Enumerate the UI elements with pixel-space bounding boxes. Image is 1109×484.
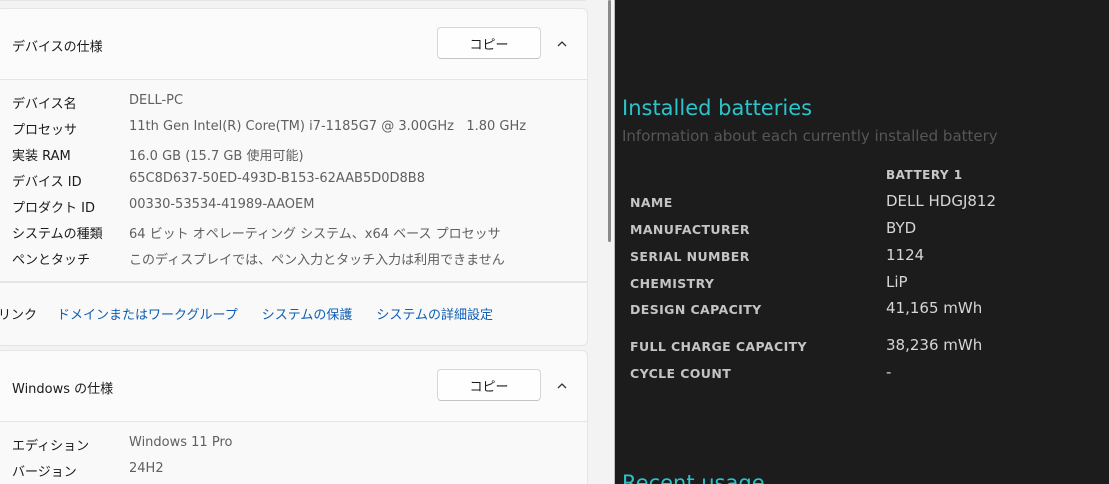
battery-column-header: BATTERY 1 (886, 168, 963, 182)
spec-value-pen-touch: このディスプレイでは、ペン入力とタッチ入力は利用できません (129, 253, 505, 268)
battery-value-design-capacity: 41,165 mWh (886, 299, 983, 317)
device-specs-title: デバイスの仕様 (12, 40, 103, 55)
link-advanced-system-settings[interactable]: システムの詳細設定 (376, 304, 493, 323)
recent-usage-heading: Recent usage (622, 471, 765, 484)
battery-label-manufacturer: MANUFACTURER (630, 222, 750, 237)
spec-value-edition: Windows 11 Pro (129, 435, 233, 450)
spec-value-version: 24H2 (129, 461, 164, 476)
installed-batteries-subtitle: Information about each currently install… (622, 127, 998, 145)
battery-value-chemistry: LiP (886, 273, 908, 291)
battery-value-name: DELL HDGJ812 (886, 192, 997, 210)
battery-value-cycle-count: - (886, 363, 892, 381)
spec-value-device-name: DELL-PC (129, 93, 184, 108)
installed-batteries-heading: Installed batteries (622, 96, 813, 120)
battery-value-full-charge: 38,236 mWh (886, 336, 983, 354)
spec-value-product-id: 00330-53534-41989-AAOEM (129, 197, 315, 212)
chevron-up-icon[interactable] (553, 377, 571, 395)
vertical-scrollbar-thumb[interactable] (608, 0, 611, 242)
spec-value-system-type: 64 ビット オペレーティング システム、x64 ベース プロセッサ (129, 227, 501, 242)
battery-value-serial: 1124 (886, 246, 925, 264)
spec-label-system-type: システムの種類 (12, 227, 103, 242)
device-specs-copy-button[interactable]: コピー (437, 27, 541, 59)
related-links: リンク ドメインまたはワークグループ システムの保護 システムの詳細設定 (0, 304, 517, 323)
battery-label-full-charge: FULL CHARGE CAPACITY (630, 339, 807, 354)
battery-label-chemistry: CHEMISTRY (630, 276, 715, 291)
spec-value-processor: 11th Gen Intel(R) Core(TM) i7-1185G7 @ 3… (129, 119, 527, 134)
related-links-label: リンク (0, 308, 38, 323)
windows-specs-title: Windows の仕様 (12, 382, 114, 397)
windows-specs-copy-button[interactable]: コピー (437, 369, 541, 401)
spec-value-device-id: 65C8D637-50ED-493D-B153-62AAB5D0D8B8 (129, 171, 425, 186)
battery-label-design-capacity: DESIGN CAPACITY (630, 302, 762, 317)
battery-label-name: NAME (630, 195, 673, 210)
spec-label-device-id: デバイス ID (12, 175, 82, 190)
spec-label-device-name: デバイス名 (12, 97, 77, 112)
battery-label-serial: SERIAL NUMBER (630, 249, 750, 264)
spec-label-pen-touch: ペンとタッチ (12, 253, 91, 268)
settings-about-pane: デバイスの仕様 コピー デバイス名 DELL-PC プロセッサ 11th Gen… (0, 0, 614, 484)
battery-report-pane: Installed batteries Information about ea… (615, 0, 1109, 484)
spec-label-product-id: プロダクト ID (12, 201, 95, 216)
spec-label-edition: エディション (12, 439, 90, 454)
spec-value-ram: 16.0 GB (15.7 GB 使用可能) (129, 149, 304, 164)
battery-label-cycle-count: CYCLE COUNT (630, 366, 732, 381)
previous-card-edge (0, 0, 588, 1)
spec-label-ram: 実装 RAM (12, 149, 71, 164)
spec-label-version: バージョン (12, 465, 77, 480)
link-system-protection[interactable]: システムの保護 (262, 304, 353, 323)
chevron-up-icon[interactable] (553, 35, 571, 53)
spec-label-processor: プロセッサ (12, 123, 78, 138)
link-domain-workgroup[interactable]: ドメインまたはワークグループ (57, 304, 238, 323)
battery-value-manufacturer: BYD (886, 219, 917, 237)
